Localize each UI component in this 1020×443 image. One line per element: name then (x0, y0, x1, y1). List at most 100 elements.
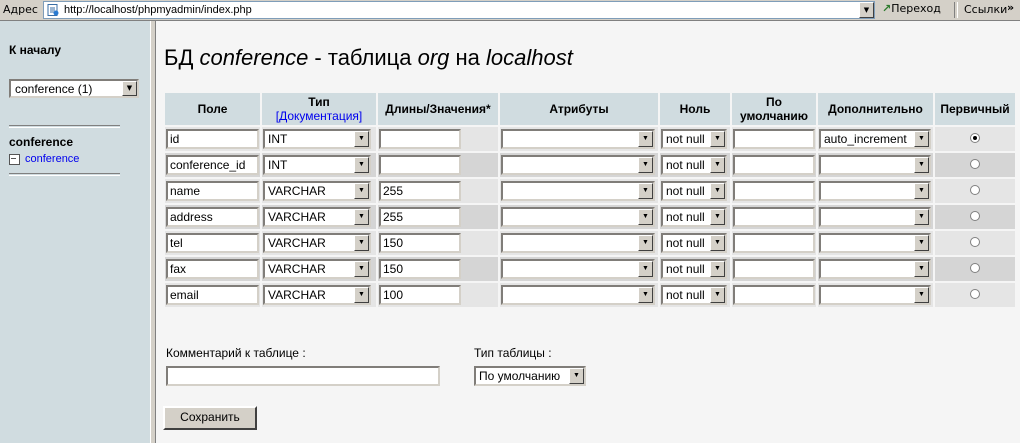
chevron-down-icon[interactable]: ▼ (710, 157, 725, 173)
attributes-select[interactable]: ▼ (501, 285, 655, 305)
chevron-down-icon[interactable]: ▼ (914, 131, 929, 147)
attributes-select[interactable]: ▼ (501, 181, 655, 201)
null-select[interactable]: not null ▼ (661, 207, 727, 227)
length-input[interactable]: 255 (379, 181, 461, 201)
table-list-item[interactable]: conference (9, 153, 79, 165)
type-select[interactable]: VARCHAR ▼ (263, 207, 371, 227)
chevron-down-icon[interactable]: ▼ (914, 287, 929, 303)
attributes-select[interactable]: ▼ (501, 259, 655, 279)
type-select[interactable]: VARCHAR ▼ (263, 259, 371, 279)
attributes-select[interactable]: ▼ (501, 155, 655, 175)
type-select[interactable]: VARCHAR ▼ (263, 285, 371, 305)
null-select[interactable]: not null ▼ (661, 181, 727, 201)
type-select[interactable]: VARCHAR ▼ (263, 181, 371, 201)
attributes-select[interactable]: ▼ (501, 129, 655, 149)
type-select[interactable]: INT ▼ (263, 129, 371, 149)
null-select[interactable]: not null ▼ (661, 259, 727, 279)
length-input[interactable]: 150 (379, 259, 461, 279)
chevron-down-icon[interactable]: ▼ (354, 287, 369, 303)
save-button[interactable]: Сохранить (163, 406, 257, 430)
extra-select[interactable]: ▼ (819, 181, 931, 201)
extra-select[interactable]: ▼ (819, 155, 931, 175)
primary-radio[interactable] (970, 185, 980, 195)
chevron-down-icon[interactable]: ▼ (914, 209, 929, 225)
chevron-down-icon[interactable]: ▼ (710, 235, 725, 251)
chevron-down-icon[interactable]: ▼ (710, 261, 725, 277)
extra-select[interactable]: ▼ (819, 259, 931, 279)
chevron-down-icon[interactable]: ▼ (638, 261, 653, 277)
chevron-down-icon[interactable]: ▼ (914, 235, 929, 251)
primary-radio[interactable] (970, 237, 980, 247)
links-chevron-icon[interactable]: » (1007, 1, 1014, 14)
length-input[interactable] (379, 155, 461, 175)
chevron-down-icon[interactable]: ▼ (122, 81, 137, 96)
null-select[interactable]: not null ▼ (661, 155, 727, 175)
chevron-down-icon[interactable]: ▼ (638, 235, 653, 251)
type-select[interactable]: VARCHAR ▼ (263, 233, 371, 253)
field-name-input[interactable]: fax (166, 259, 259, 279)
chevron-down-icon[interactable]: ▼ (354, 261, 369, 277)
default-input[interactable] (733, 129, 815, 149)
field-name-input[interactable]: id (166, 129, 259, 149)
chevron-down-icon[interactable]: ▼ (710, 287, 725, 303)
chevron-down-icon[interactable]: ▼ (354, 157, 369, 173)
extra-select[interactable]: ▼ (819, 233, 931, 253)
length-input[interactable]: 100 (379, 285, 461, 305)
go-button[interactable]: ↗Переход (882, 2, 941, 15)
length-input[interactable] (379, 129, 461, 149)
address-input[interactable]: http://localhost/phpmyadmin/index.php ▼ (43, 1, 875, 19)
extra-select[interactable]: ▼ (819, 285, 931, 305)
default-input[interactable] (733, 181, 815, 201)
chevron-down-icon[interactable]: ▼ (354, 209, 369, 225)
field-name-input[interactable]: name (166, 181, 259, 201)
chevron-down-icon[interactable]: ▼ (914, 157, 929, 173)
home-link[interactable]: К началу (9, 43, 61, 57)
links-button[interactable]: Ссылки (964, 3, 1007, 16)
address-dropdown-button[interactable]: ▼ (859, 2, 874, 18)
chevron-down-icon[interactable]: ▼ (354, 183, 369, 199)
chevron-down-icon[interactable]: ▼ (914, 261, 929, 277)
extra-select[interactable]: auto_increment ▼ (819, 129, 931, 149)
chevron-down-icon[interactable]: ▼ (638, 287, 653, 303)
table-type-select[interactable]: По умолчанию ▼ (474, 366, 586, 386)
chevron-down-icon[interactable]: ▼ (638, 157, 653, 173)
null-select[interactable]: not null ▼ (661, 233, 727, 253)
default-input[interactable] (733, 285, 815, 305)
primary-radio[interactable] (970, 159, 980, 169)
chevron-down-icon[interactable]: ▼ (710, 131, 725, 147)
field-name-input[interactable]: tel (166, 233, 259, 253)
null-select[interactable]: not null ▼ (661, 285, 727, 305)
default-input[interactable] (733, 259, 815, 279)
chevron-down-icon[interactable]: ▼ (354, 131, 369, 147)
database-name[interactable]: conference (9, 135, 73, 149)
attributes-select[interactable]: ▼ (501, 233, 655, 253)
attributes-select[interactable]: ▼ (501, 207, 655, 227)
chevron-down-icon[interactable]: ▼ (569, 368, 584, 384)
field-name-input[interactable]: conference_id (166, 155, 259, 175)
extra-select[interactable]: ▼ (819, 207, 931, 227)
primary-radio[interactable] (970, 263, 980, 273)
documentation-link[interactable]: [Документация] (276, 109, 363, 123)
chevron-down-icon[interactable]: ▼ (914, 183, 929, 199)
database-select[interactable]: conference (1) ▼ (9, 79, 139, 98)
default-input[interactable] (733, 233, 815, 253)
null-select[interactable]: not null ▼ (661, 129, 727, 149)
table-link[interactable]: conference (25, 153, 79, 165)
chevron-down-icon[interactable]: ▼ (638, 131, 653, 147)
default-input[interactable] (733, 155, 815, 175)
field-name-input[interactable]: address (166, 207, 259, 227)
length-input[interactable]: 255 (379, 207, 461, 227)
chevron-down-icon[interactable]: ▼ (638, 209, 653, 225)
chevron-down-icon[interactable]: ▼ (638, 183, 653, 199)
primary-radio[interactable] (970, 133, 980, 143)
length-input[interactable]: 150 (379, 233, 461, 253)
field-name-input[interactable]: email (166, 285, 259, 305)
chevron-down-icon[interactable]: ▼ (710, 183, 725, 199)
primary-radio[interactable] (970, 211, 980, 221)
chevron-down-icon[interactable]: ▼ (710, 209, 725, 225)
chevron-down-icon[interactable]: ▼ (354, 235, 369, 251)
type-select[interactable]: INT ▼ (263, 155, 371, 175)
primary-radio[interactable] (970, 289, 980, 299)
default-input[interactable] (733, 207, 815, 227)
table-comment-input[interactable] (166, 366, 440, 386)
